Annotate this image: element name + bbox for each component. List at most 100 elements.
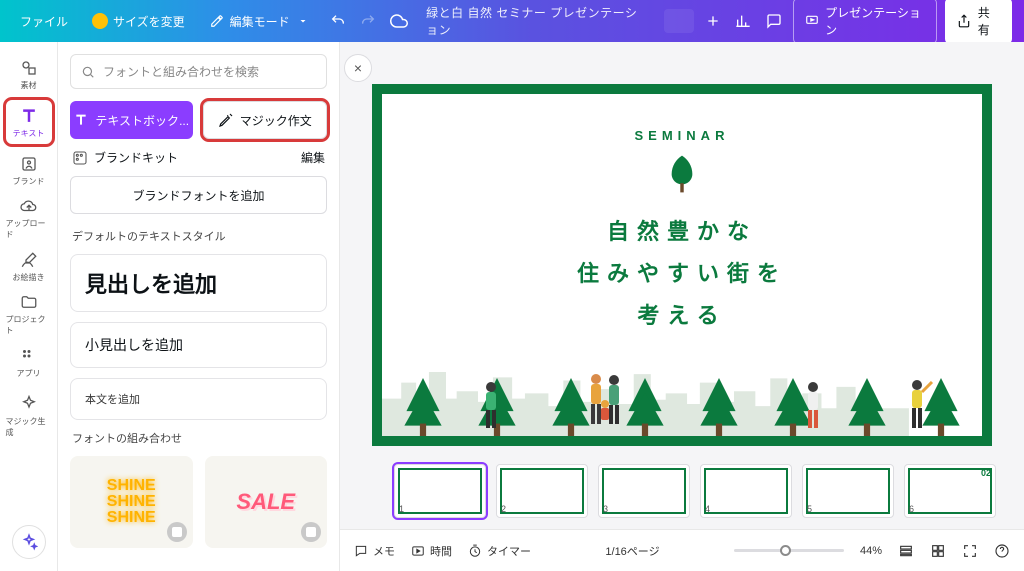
brandkit-edit-link[interactable]: 編集 — [301, 149, 325, 166]
analytics-button[interactable] — [732, 9, 755, 33]
redo-button[interactable] — [357, 9, 380, 33]
crown-badge — [167, 522, 187, 542]
share-icon — [957, 13, 972, 29]
view-list-button[interactable] — [898, 543, 914, 559]
cloud-sync-icon[interactable] — [388, 9, 411, 33]
pen-icon — [209, 13, 225, 29]
chevron-down-icon — [295, 13, 311, 29]
font-combos-heading: フォントの組み合わせ — [72, 430, 325, 446]
search-input[interactable]: フォントと組み合わせを検索 — [70, 54, 327, 89]
page-thumbnail[interactable]: 2 — [496, 464, 588, 518]
search-placeholder: フォントと組み合わせを検索 — [103, 63, 259, 80]
slide[interactable]: SEMINAR 自然豊かな 住みやすい街を 考える — [372, 84, 992, 446]
add-button[interactable] — [702, 9, 725, 33]
grid-view-button[interactable] — [930, 543, 946, 559]
add-subheading-button[interactable]: 小見出しを追加 — [70, 322, 327, 368]
sidebar-item-label: テキスト — [13, 128, 45, 139]
sidebar-item-elements[interactable]: 素材 — [6, 52, 52, 96]
share-button[interactable]: 共有 — [945, 0, 1012, 44]
text-panel: フォントと組み合わせを検索 テキストボック... マジック作文 ブランドキット … — [58, 42, 340, 571]
timer-icon — [468, 544, 482, 558]
tree-illustration — [659, 151, 705, 197]
thumb-badge: 02 — [981, 468, 991, 478]
fullscreen-button[interactable] — [962, 543, 978, 559]
brandkit-label: ブランドキット — [94, 149, 178, 166]
top-bar: ファイル サイズを変更 編集モード 緑と白 自然 セミナー プレゼンテーション … — [0, 0, 1024, 42]
add-brand-font-label: ブランドフォントを追加 — [132, 187, 264, 204]
page-thumbnail[interactable]: 4 — [700, 464, 792, 518]
text-icon — [19, 106, 39, 126]
notes-icon — [354, 544, 368, 558]
sidebar-item-label: マジック生成 — [6, 416, 52, 438]
timer-button[interactable]: タイマー — [468, 543, 531, 559]
add-body-label: 本文を追加 — [85, 394, 140, 406]
sidebar-item-upload[interactable]: アップロード — [6, 196, 52, 240]
file-menu[interactable]: ファイル — [12, 8, 76, 35]
magic-write-label: マジック作文 — [240, 112, 312, 129]
font-combo-card[interactable]: SHINE SHINE SHINE — [70, 456, 193, 548]
page-thumbnail[interactable]: 3 — [598, 464, 690, 518]
folder-icon — [19, 292, 39, 312]
font-combo-card[interactable]: SALE — [205, 456, 328, 548]
crown-mini-icon — [306, 527, 316, 537]
thumb-number: 3 — [603, 504, 608, 514]
tree-row — [382, 346, 982, 436]
default-styles-heading: デフォルトのテキストスタイル — [72, 228, 325, 244]
magic-write-button[interactable]: マジック作文 — [203, 101, 328, 139]
apps-icon — [19, 346, 39, 366]
bottom-bar: メモ 時間 タイマー 1/16ページ 44% — [340, 529, 1024, 571]
thumb-number: 2 — [501, 504, 506, 514]
combo-text: SHINE SHINE SHINE — [107, 478, 156, 526]
present-label: プレゼンテーション — [825, 4, 926, 38]
page-thumbnail[interactable]: 5 — [802, 464, 894, 518]
side-rail: 素材 テキスト ブランド アップロード お絵描き プロジェクト アプリ マジック… — [0, 42, 58, 571]
family-illustration — [584, 372, 628, 432]
slide-title-line: 自然豊かな — [577, 211, 787, 253]
zoom-slider[interactable] — [734, 549, 844, 552]
share-label: 共有 — [978, 4, 1000, 38]
add-body-button[interactable]: 本文を追加 — [70, 378, 327, 420]
slide-title-line: 考える — [577, 295, 787, 337]
brand-icon — [19, 154, 39, 174]
thumb-number: 4 — [705, 504, 710, 514]
add-textbox-button[interactable]: テキストボック... — [70, 101, 193, 139]
present-button[interactable]: プレゼンテーション — [793, 0, 937, 44]
notes-button[interactable]: メモ — [354, 543, 395, 559]
add-subheading-label: 小見出しを追加 — [85, 337, 183, 353]
person-illustration — [478, 380, 504, 432]
undo-button[interactable] — [327, 9, 350, 33]
sidebar-item-apps[interactable]: アプリ — [6, 340, 52, 384]
close-panel-button[interactable]: × — [344, 54, 372, 82]
sidebar-item-draw[interactable]: お絵描き — [6, 244, 52, 288]
sidebar-item-text[interactable]: テキスト — [6, 100, 52, 144]
sidebar-item-label: プロジェクト — [6, 314, 52, 336]
crown-icon — [92, 13, 108, 29]
doc-title[interactable]: 緑と白 自然 セミナー プレゼンテーション — [426, 4, 648, 38]
page-thumbnail[interactable]: 1 — [394, 464, 486, 518]
sidebar-item-magic[interactable]: マジック生成 — [6, 394, 52, 438]
comment-button[interactable] — [763, 9, 786, 33]
add-heading-label: 見出しを追加 — [85, 272, 217, 297]
draw-icon — [19, 250, 39, 270]
resize-label: サイズを変更 — [113, 13, 185, 30]
resize-button[interactable]: サイズを変更 — [84, 8, 193, 35]
help-button[interactable] — [994, 543, 1010, 559]
edit-mode-button[interactable]: 編集モード — [201, 8, 319, 35]
play-icon — [804, 13, 819, 29]
stage[interactable]: SEMINAR 自然豊かな 住みやすい街を 考える — [340, 42, 1024, 452]
magic-fab[interactable] — [12, 525, 46, 559]
sidebar-item-projects[interactable]: プロジェクト — [6, 292, 52, 336]
zoom-level[interactable]: 44% — [860, 545, 882, 557]
duration-button[interactable]: 時間 — [411, 543, 452, 559]
page-thumbnail[interactable]: 02 6 — [904, 464, 996, 518]
add-heading-button[interactable]: 見出しを追加 — [70, 254, 327, 312]
thumb-number: 6 — [909, 504, 914, 514]
canvas-area: SEMINAR 自然豊かな 住みやすい街を 考える — [340, 42, 1024, 571]
page-indicator[interactable]: 1/16ページ — [605, 543, 659, 559]
text-icon — [73, 112, 89, 128]
add-brand-font-button[interactable]: ブランドフォントを追加 — [70, 176, 327, 214]
thumbnail-strip: 1 2 3 4 5 02 6 — [340, 452, 1024, 529]
combo-text: SALE — [236, 489, 295, 515]
timer-label: タイマー — [487, 543, 531, 559]
sidebar-item-brand[interactable]: ブランド — [6, 148, 52, 192]
